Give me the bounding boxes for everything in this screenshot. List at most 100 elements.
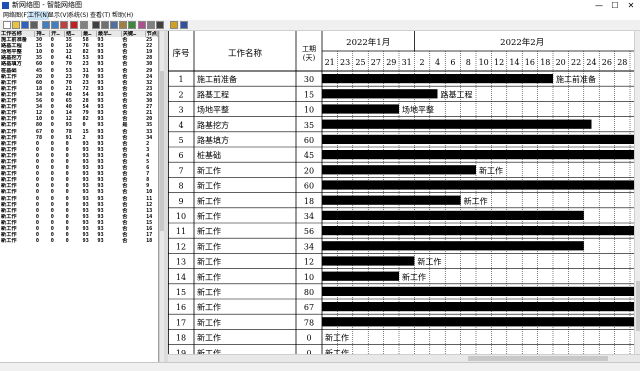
export-icon[interactable] [147,21,155,29]
row-duration: 34 [304,212,314,221]
gantt-bar [322,134,634,144]
day-label: 12 [494,58,504,67]
gantt-bar [322,256,415,266]
maximize-button[interactable]: ☐ [608,0,622,11]
close-button[interactable]: ✕ [624,0,638,11]
table-cell: 新工作 [1,238,17,245]
row-duration: 18 [304,197,314,206]
row-number: 10 [176,212,186,221]
row-number: 9 [178,197,183,206]
menu-display[interactable]: 显示(V) [48,11,69,20]
row-task-name: 新工作 [197,211,221,221]
row-task-name: 路基填方 [197,135,229,145]
day-label: 21 [325,58,335,67]
day-label: 4 [435,58,440,67]
row-task-name: 路基工程 [197,89,229,99]
day-label: 28 [617,58,627,67]
header-no: 序号 [172,48,189,59]
row-number: 18 [176,334,186,343]
row-task-name: 新工作 [197,257,221,267]
table-row[interactable]: 新工作 0 0 0 93 93 否 18 [0,238,158,244]
gantt-bar [322,286,634,296]
zoom-out-icon[interactable] [51,21,59,29]
day-label: 10 [479,58,489,67]
undo-icon[interactable] [92,21,100,29]
row-duration: 78 [304,318,314,327]
gantt-bar [322,150,634,160]
row-number: 1 [178,75,183,84]
find-icon[interactable] [80,21,88,29]
row-number: 5 [178,136,183,145]
header-name: 工作名称 [228,48,263,59]
row-number: 4 [178,121,183,130]
app-icon [2,2,9,9]
table-cell: 否 [122,238,128,245]
day-label: 16 [525,58,535,67]
layout-icon[interactable] [138,21,146,29]
gantt-svg: 序号 工作名称 工期(天)2022年1月21 23 25 27 29 312022年2月2 4 6… [168,31,634,354]
table-cell: 0 [50,238,54,245]
row-duration: 30 [304,75,314,84]
copy-icon[interactable] [110,21,118,29]
menu-help[interactable]: 帮助(H) [112,11,133,20]
day-label: 25 [355,58,365,67]
window-title: 新网络图 - 智能网络图 [12,1,82,9]
print-icon[interactable] [30,21,38,29]
row-number: 12 [176,242,186,251]
menu-system[interactable]: 系统(S) [68,11,89,20]
day-label: 22 [571,58,581,67]
row-task-name: 新工作 [197,181,221,191]
link-icon[interactable] [128,21,136,29]
gantt-vertical-scrollbar[interactable] [634,31,640,354]
row-task-name: 新工作 [197,226,221,236]
row-task-name: 新工作 [197,317,221,327]
table-cell: 0 [65,238,69,245]
gantt-chart: 序号 工作名称 工期(天) 2022年1月 21 23 25 27 29 31 2022年2月 2 4 6… [168,31,634,354]
gantt-bar [322,104,399,114]
gantt-bar [322,119,592,129]
day-label: 26 [602,58,612,67]
settings-icon[interactable] [156,21,164,29]
cut-icon[interactable] [101,21,109,29]
gantt-horizontal-scrollbar[interactable] [168,354,640,362]
row-duration: 67 [304,303,314,312]
row-task-name: 新工作 [197,333,221,343]
bar-label: 新工作 [479,165,503,175]
delete-icon[interactable] [70,21,78,29]
add-icon[interactable] [60,21,68,29]
help-icon[interactable] [170,21,178,29]
save-icon[interactable] [21,21,29,29]
zoom-in-icon[interactable] [42,21,50,29]
bar-label: 新工作 [417,257,441,267]
open-icon[interactable] [12,21,20,29]
gantt-bar [322,195,461,205]
row-number: 3 [178,106,183,115]
row-duration: 12 [304,258,314,267]
menu-work[interactable]: 工作(N) [28,11,50,20]
bar-label: 场地平整 [402,105,434,115]
row-task-name: 新工作 [197,196,221,206]
row-number: 11 [176,227,186,236]
month-label: 2022年1月 [346,37,390,48]
task-table: 工作名称 持… 开… 结… 最… 最早… 关键… 节点 施工前准备 30 0 35 58 93 否 25 路基… [0,31,158,244]
paste-icon[interactable] [119,21,127,29]
row-duration: 0 [306,334,311,343]
row-duration: 80 [304,288,314,297]
row-number: 17 [176,318,186,327]
gantt-bar [322,226,634,236]
row-duration: 45 [304,151,314,160]
row-duration: 15 [304,90,314,99]
row-duration: 60 [304,182,314,191]
row-number: 6 [178,151,183,160]
view-icon[interactable] [180,21,188,29]
bar-label: 施工前准备 [556,74,596,84]
new-icon[interactable] [3,21,11,29]
row-number: 2 [178,90,183,99]
menu-view[interactable]: 查看(T) [90,11,110,20]
minimize-button[interactable]: — [592,0,606,11]
day-label: 31 [402,58,412,67]
row-task-name: 新工作 [197,302,221,312]
menu-network[interactable]: 网络图(F) [3,11,29,20]
bar-label: 新工作 [325,333,349,343]
gantt-bar [322,210,584,220]
